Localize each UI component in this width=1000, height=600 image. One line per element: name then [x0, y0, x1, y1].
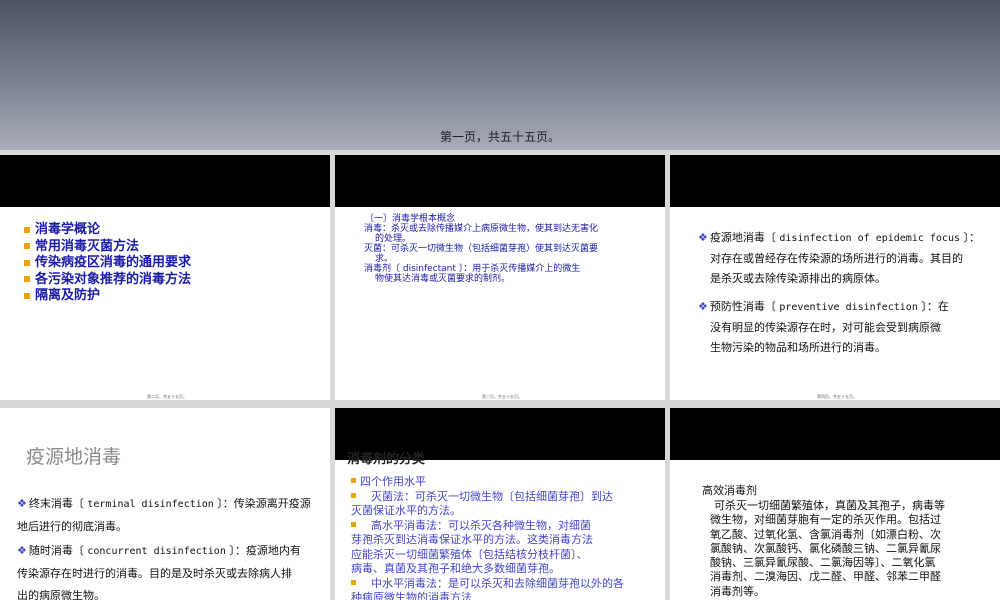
bullet-square-icon: [24, 259, 30, 266]
slide-4-footer: 第四页，共五十五页。: [817, 394, 857, 399]
paragraph-preventive: ❖ 预防性消毒〔 preventive disinfection 〕：在 没有明显…: [698, 300, 949, 354]
diamond-bullet-icon: ❖: [698, 231, 708, 244]
separator: [0, 400, 1000, 408]
toc-list: 消毒学概论 常用消毒灭菌方法 传染病疫区消毒的通用要求 各污染对象推荐的消毒方法…: [24, 222, 191, 305]
slide-6-title: 消毒剂的分类: [347, 452, 426, 467]
list-item: 四个作用水平: [351, 475, 624, 490]
slide-5-title: 疫源地消毒: [26, 446, 122, 468]
diamond-bullet-icon: ❖: [698, 300, 708, 313]
definition-sterilization-cont: 求。: [375, 254, 394, 264]
slide-title-bar: [670, 408, 1000, 460]
list-item: 各污染对象推荐的消毒方法: [24, 272, 191, 289]
list-item: 高水平消毒法：可以杀灭各种微生物，对细菌: [351, 519, 624, 534]
list-item: 隔离及防护: [24, 288, 191, 305]
slide-2-footer: 第二页，共五十五页。: [147, 394, 187, 399]
slide-title-bar: [670, 155, 1000, 207]
slide-1-footer: 第一页，共五十五页。: [439, 130, 560, 144]
slide-title-bar: [335, 155, 665, 207]
bullet-square-icon: [24, 292, 30, 299]
diamond-bullet-icon: ❖: [17, 497, 27, 510]
bullet-square-icon: [351, 492, 356, 498]
paragraph-epidemic-focus: ❖ 疫源地消毒〔 disinfection of epidemic focus 〕…: [698, 231, 980, 285]
bullet-square-icon: [24, 276, 30, 282]
diamond-bullet-icon: ❖: [17, 544, 27, 557]
list-item: 常用消毒灭菌方法: [24, 239, 191, 256]
list-item: 传染病疫区消毒的通用要求: [24, 255, 191, 272]
definition-disinfection-cont: 的处理。: [375, 234, 412, 244]
list-item: 消毒学概论: [24, 222, 191, 239]
high-level-disinfectant-text: 可杀灭一切细菌繁殖体，真菌及其孢子，病毒等 微生物，对细菌芽胞有一定的杀灭作用。…: [710, 499, 945, 598]
slide-title-bar: [0, 155, 330, 207]
bullet-square-icon: [351, 478, 356, 483]
slide-title-bar: 消毒剂的分类: [335, 408, 665, 467]
list-item: 灭菌法：可杀灭一切微生物〔包括细菌芽孢〕到达: [351, 490, 624, 505]
list-item: 中水平消毒法：是可以杀灭和去除细菌芽孢以外的各: [351, 577, 624, 592]
bullet-square-icon: [24, 226, 30, 233]
paragraph-terminal: ❖ 终末消毒〔 terminal disinfection 〕：传染源离开疫源 地…: [17, 497, 311, 533]
definition-disinfectant-cont: 物使其达消毒或灭菌要求的制剂。: [375, 274, 511, 284]
slide-7-heading: 高效消毒剂: [702, 484, 757, 497]
definition-sterilization: 灭菌：可杀灭一切微生物（包括细菌芽孢）使其到达灭菌要: [364, 244, 599, 254]
definition-disinfection: 消毒：杀灭或去除传播媒介上病原微生物，使其到达无害化: [364, 224, 599, 234]
slide-3-footer: 第三页，共五十五页。: [482, 394, 522, 399]
slide-5-preview[interactable]: 疫源地消毒 ❖ 终末消毒〔 terminal disinfection 〕：传染源…: [0, 408, 330, 600]
bullet-square-icon: [24, 243, 30, 249]
slide-2-preview[interactable]: 消毒学概论 常用消毒灭菌方法 传染病疫区消毒的通用要求 各污染对象推荐的消毒方法…: [0, 155, 330, 400]
slide-7-preview[interactable]: 高效消毒剂 可杀灭一切细菌繁殖体，真菌及其孢子，病毒等 微生物，对细菌芽胞有一定…: [670, 408, 1000, 600]
action-level-list: 四个作用水平 灭菌法：可杀灭一切微生物〔包括细菌芽孢〕到达 灭菌保证水平的方法。…: [351, 475, 624, 600]
slide-3-preview[interactable]: 〔一〕消毒学根本概念 消毒：杀灭或去除传播媒介上病原微生物，使其到达无害化 的处…: [335, 155, 665, 400]
slide-1-preview[interactable]: 第一页，共五十五页。: [0, 0, 1000, 150]
slide-6-preview[interactable]: 消毒剂的分类 四个作用水平 灭菌法：可杀灭一切微生物〔包括细菌芽孢〕到达 灭菌保…: [335, 408, 665, 600]
slide-4-preview[interactable]: ❖ 疫源地消毒〔 disinfection of epidemic focus 〕…: [670, 155, 1000, 400]
paragraph-concurrent: ❖ 随时消毒〔 concurrent disinfection 〕：疫源地内有 传…: [17, 544, 301, 600]
definition-disinfectant: 消毒剂〔 disinfectant 〕：用于杀灭传播媒介上的微生: [364, 264, 581, 274]
bullet-square-icon: [351, 579, 356, 585]
slide-3-heading: 〔一〕消毒学根本概念: [365, 214, 456, 224]
bullet-square-icon: [351, 521, 356, 527]
